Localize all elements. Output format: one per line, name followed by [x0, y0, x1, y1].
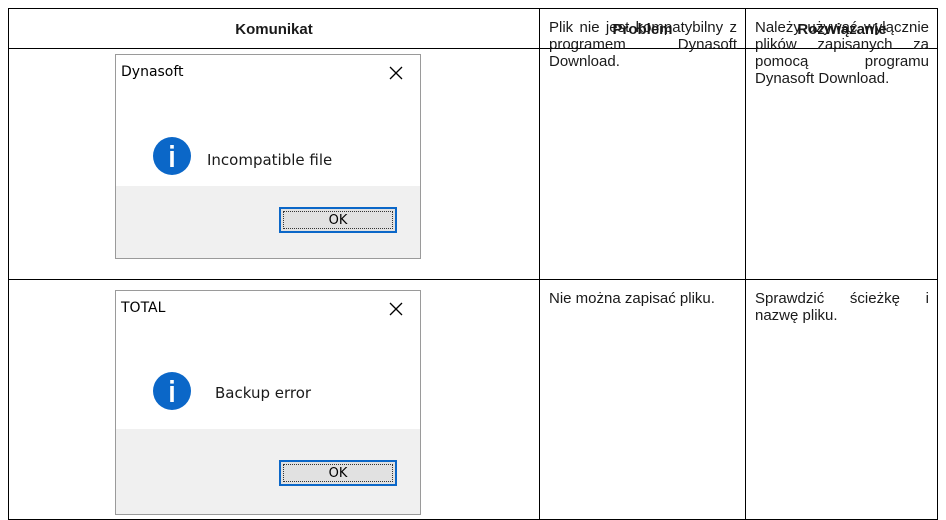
dialog-footer: OK [116, 429, 420, 514]
ok-button[interactable]: OK [279, 207, 397, 233]
dialog-title: TOTAL [121, 300, 166, 316]
row-divider [9, 279, 937, 280]
info-icon [153, 137, 191, 175]
close-icon[interactable] [388, 65, 404, 81]
header-message: Komunikat [235, 20, 313, 38]
dialog-backup-error: TOTAL Backup error OK [115, 290, 421, 515]
dialog-message: Incompatible file [207, 151, 333, 169]
solution-text: Należy używać wyłącznie plików zapisanyc… [755, 19, 929, 87]
dialog-incompatible-file: Dynasoft Incompatible file OK [115, 54, 421, 259]
ok-button[interactable]: OK [279, 460, 397, 486]
column-divider [539, 9, 540, 519]
solution-text: Sprawdzić ścieżkę i nazwę pliku. [755, 290, 929, 324]
close-icon[interactable] [388, 301, 404, 317]
dialog-message: Backup error [215, 384, 312, 402]
problem-text: Nie można zapisać pliku. [549, 290, 715, 307]
instruction-table: Komunikat Problem Rozwiązanie Dynasoft I… [8, 8, 938, 520]
column-divider [745, 9, 746, 519]
info-icon [153, 372, 191, 410]
dialog-footer: OK [116, 186, 420, 258]
dialog-title: Dynasoft [121, 64, 184, 80]
problem-text: Plik nie jest kompatybilny z programem D… [549, 19, 737, 70]
